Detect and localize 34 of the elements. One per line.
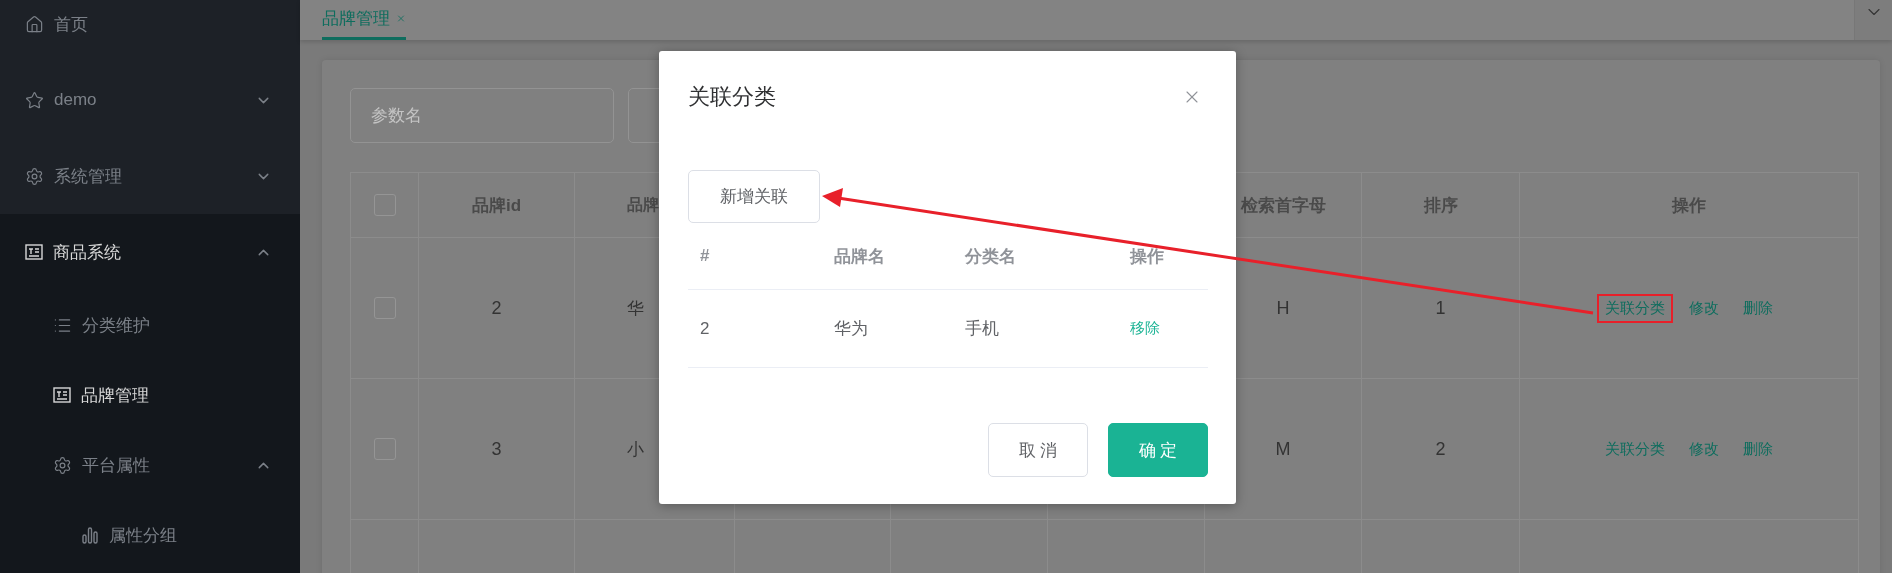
search-field[interactable]: 参数名 [350, 88, 614, 143]
column-header: 分类名 [965, 246, 1016, 266]
settings-icon [53, 455, 72, 475]
remove-link[interactable]: 移除 [1130, 319, 1160, 336]
column-header: 操作 [1130, 246, 1164, 266]
sidebar-item[interactable]: 平台属性 [82, 453, 255, 477]
sidebar-item[interactable]: demo [54, 90, 255, 110]
table-cell: 华为 [834, 319, 868, 338]
sidebar-item[interactable]: 分类维护 [82, 313, 272, 337]
dialog-title: 关联分类 [688, 83, 776, 111]
home-icon [25, 14, 44, 34]
confirm-button[interactable]: 确 定 [1108, 423, 1208, 477]
table-cell: 2 [491, 297, 502, 319]
table-cell: M [1275, 438, 1291, 460]
star-icon [25, 90, 44, 110]
table-cell: H [1276, 297, 1290, 319]
table-cell: 3 [491, 438, 502, 460]
table-cell: 1 [1435, 297, 1446, 319]
table-cell: 手机 [965, 319, 999, 338]
table-cell: 2 [1435, 438, 1446, 460]
document-icon [53, 386, 71, 404]
document-icon [25, 243, 43, 261]
add-button[interactable]: 新增关联 [688, 170, 820, 223]
sidebar-item[interactable]: 品牌管理 [81, 383, 272, 407]
table-cell-text: 小 [627, 438, 644, 461]
column-header: # [700, 246, 710, 265]
sidebar-item[interactable]: 商品系统 [53, 240, 255, 264]
table-cell: 2 [700, 318, 710, 338]
sidebar-item[interactable]: 属性分组 [109, 523, 272, 547]
cancel-button[interactable]: 取 消 [988, 423, 1088, 477]
bar-chart-icon [81, 526, 99, 544]
settings-icon [25, 166, 44, 186]
table-cell-text: 华 [627, 297, 644, 320]
column-header: 品牌名 [834, 246, 885, 266]
